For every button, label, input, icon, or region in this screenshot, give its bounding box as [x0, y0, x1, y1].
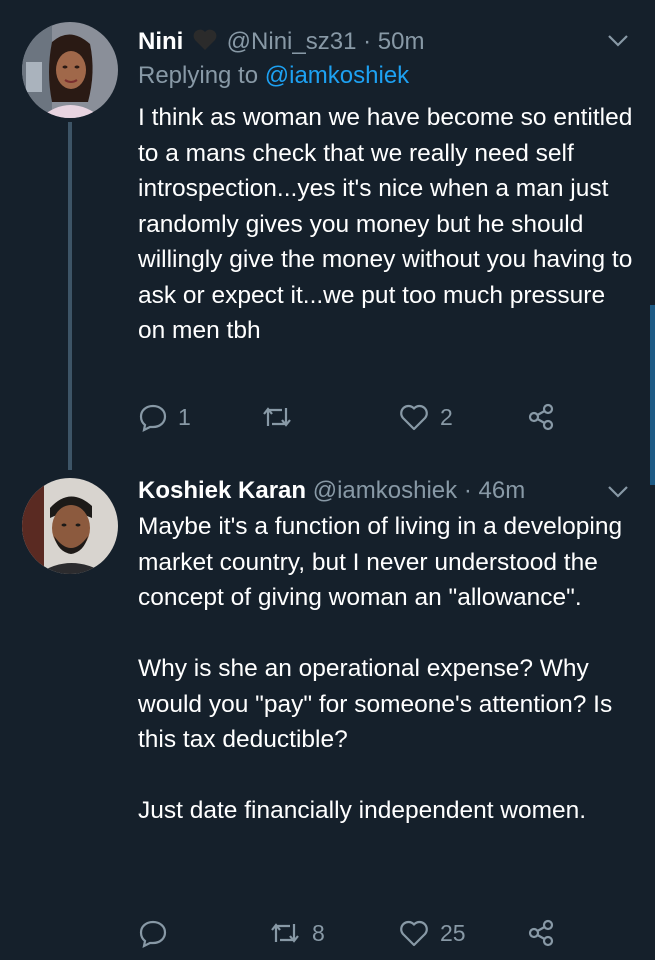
retweet-icon: [271, 923, 299, 943]
share-icon: [528, 403, 554, 431]
replying-to-line: Replying to @iamkoshiek: [138, 62, 409, 90]
tweet-paragraph: Maybe it's a function of living in a dev…: [138, 513, 623, 611]
retweet-button[interactable]: [260, 402, 304, 432]
chevron-down-icon[interactable]: [607, 485, 629, 499]
share-button[interactable]: [526, 402, 556, 432]
avatar-koshiek[interactable]: [22, 478, 118, 574]
retweet-button[interactable]: 8: [268, 918, 325, 948]
reply-button[interactable]: [138, 918, 178, 948]
display-name[interactable]: Nini: [138, 28, 183, 55]
tweet-text: Maybe it's a function of living in a dev…: [138, 509, 633, 829]
reply-count: 1: [178, 403, 191, 430]
tweet-header: Nini @Nini_sz31 · 50m: [138, 28, 424, 59]
separator-dot: ·: [463, 477, 472, 504]
share-button[interactable]: [526, 918, 556, 948]
retweet-icon: [263, 407, 291, 427]
tweet-text-content: I think as woman we have become so entit…: [138, 104, 633, 344]
scrollbar[interactable]: [650, 305, 655, 485]
like-button[interactable]: 25: [398, 918, 466, 948]
retweet-count: 8: [312, 919, 325, 946]
tweet-actions: 8 25: [138, 918, 618, 954]
tweet-paragraph: Just date financially independent women.: [138, 797, 587, 824]
avatar-nini[interactable]: [22, 22, 118, 118]
like-count: 2: [440, 403, 453, 430]
reply-button[interactable]: 1: [138, 402, 191, 432]
timestamp[interactable]: 50m: [378, 28, 425, 55]
reply-icon: [139, 404, 167, 432]
tweet-paragraph: Why is she an operational expense? Why w…: [138, 655, 613, 753]
thread-connector-line: [68, 122, 72, 470]
user-handle[interactable]: @Nini_sz31: [227, 28, 357, 55]
replying-to-label: Replying to: [138, 62, 259, 89]
avatar-nini-image: [22, 22, 118, 118]
replying-to-handle-link[interactable]: @iamkoshiek: [265, 62, 409, 89]
timestamp[interactable]: 46m: [479, 477, 526, 504]
tweet-nini[interactable]: Nini @Nini_sz31 · 50m Replying to @iamko…: [0, 0, 655, 470]
tweet-koshiek[interactable]: Koshiek Karan @iamkoshiek · 46m Maybe it…: [0, 470, 655, 960]
like-button[interactable]: 2: [398, 402, 453, 432]
tweet-actions: 1 2: [138, 402, 618, 438]
display-name[interactable]: Koshiek Karan: [138, 477, 306, 504]
heart-icon: [400, 920, 428, 947]
reply-icon: [139, 920, 167, 948]
like-count: 25: [440, 919, 466, 946]
chevron-down-icon[interactable]: [607, 34, 629, 48]
tweet-text: I think as woman we have become so entit…: [138, 100, 633, 349]
tweet-header: Koshiek Karan @iamkoshiek · 46m: [138, 477, 525, 505]
avatar-koshiek-image: [22, 478, 118, 574]
heart-icon: [400, 404, 428, 431]
share-icon: [528, 919, 554, 947]
user-handle[interactable]: @iamkoshiek: [313, 477, 457, 504]
separator-dot: ·: [363, 28, 372, 55]
heart-emoji-icon: [192, 28, 218, 59]
